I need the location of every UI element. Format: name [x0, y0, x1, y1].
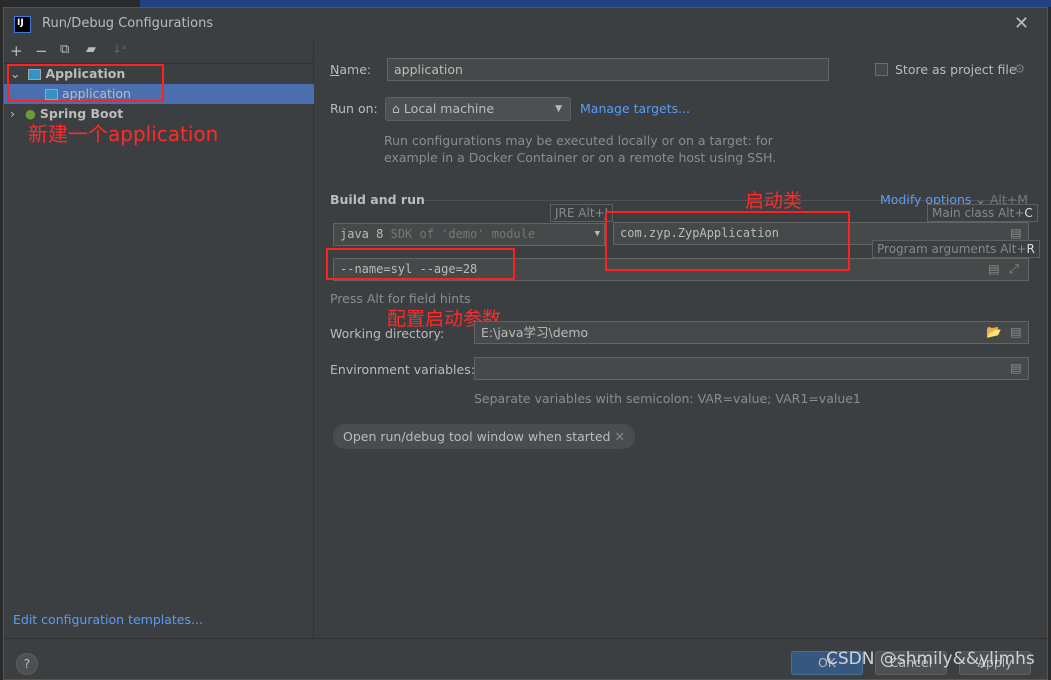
- folder-add-icon[interactable]: ▰: [86, 42, 96, 57]
- jre-tooltip: JRE Alt+J: [550, 204, 614, 222]
- annotation-box: [326, 248, 515, 280]
- chip-label: Open run/debug tool window when started: [343, 429, 611, 444]
- minus-icon[interactable]: −: [35, 42, 48, 60]
- help-button[interactable]: ?: [16, 653, 38, 675]
- run-on-desc-1: Run configurations may be executed local…: [384, 133, 773, 148]
- annotation-box: [7, 64, 164, 102]
- run-on-desc-2: example in a Docker Container or on a re…: [384, 150, 777, 165]
- macro-icon[interactable]: ▤: [1010, 324, 1022, 339]
- open-tool-window-chip[interactable]: Open run/debug tool window when started …: [333, 424, 635, 449]
- annotation-main-class: 启动类: [745, 190, 803, 212]
- config-tree-panel: + − ⧉ ▰ ↓ᵃ ⌄ Application application › ● S…: [4, 40, 314, 640]
- name-input[interactable]: application: [387, 58, 829, 81]
- run-debug-dialog: IJ Run/Debug Configurations ✕ + − ⧉ ▰ ↓ᵃ…: [3, 7, 1049, 680]
- folder-icon[interactable]: 📂: [986, 324, 1002, 340]
- store-checkbox[interactable]: [875, 63, 888, 76]
- annotation-box: [605, 211, 850, 271]
- jre-select[interactable]: java 8 SDK of 'demo' module ▼: [333, 223, 605, 246]
- maximize-icon[interactable]: ⤢: [1009, 261, 1019, 277]
- intellij-logo-icon: IJ: [14, 16, 31, 33]
- gear-icon[interactable]: ⚙: [1014, 61, 1025, 76]
- name-label: Name:: [330, 62, 372, 77]
- store-label: Store as project file: [895, 62, 1017, 77]
- edit-env-icon[interactable]: ▤: [1010, 360, 1022, 375]
- annotation-new-app: 新建一个application: [28, 122, 219, 146]
- title-bar: IJ Run/Debug Configurations ✕: [4, 8, 1049, 40]
- env-hint: Separate variables with semicolon: VAR=v…: [474, 391, 861, 406]
- jre-hint: SDK of 'demo' module: [390, 227, 536, 241]
- expand-text-icon[interactable]: ▤: [988, 261, 1000, 276]
- manage-targets-link[interactable]: Manage targets...: [580, 101, 690, 116]
- jre-value: java 8: [340, 227, 384, 241]
- workdir-input[interactable]: E:\java学习\demo: [474, 321, 1029, 344]
- watermark: CSDN @shmily&&ylimhs: [826, 649, 1035, 669]
- workdir-label: Working directory:: [330, 326, 445, 341]
- field-hints: Press Alt for field hints: [330, 291, 471, 306]
- copy-icon[interactable]: ⧉: [60, 42, 69, 57]
- env-input[interactable]: [474, 357, 1029, 380]
- run-on-label: Run on:: [330, 101, 378, 116]
- main-class-tooltip: Main class Alt+C: [927, 204, 1038, 222]
- program-args-tooltip: Program arguments Alt+R: [872, 240, 1040, 258]
- env-label: Environment variables:: [330, 362, 475, 377]
- run-on-value: Local machine: [403, 101, 495, 116]
- close-icon[interactable]: ✕: [614, 429, 624, 444]
- background-window: [0, 0, 1051, 7]
- build-run-heading: Build and run: [330, 192, 425, 207]
- run-on-select[interactable]: ⌂ Local machine ▼: [385, 97, 571, 121]
- edit-templates-link[interactable]: Edit configuration templates...: [13, 612, 203, 627]
- sort-icon[interactable]: ↓ᵃ: [112, 42, 127, 56]
- close-icon[interactable]: ✕: [1014, 13, 1029, 34]
- dialog-title: Run/Debug Configurations: [42, 16, 214, 31]
- browse-icon[interactable]: ▤: [1010, 225, 1022, 240]
- plus-icon[interactable]: +: [10, 42, 23, 60]
